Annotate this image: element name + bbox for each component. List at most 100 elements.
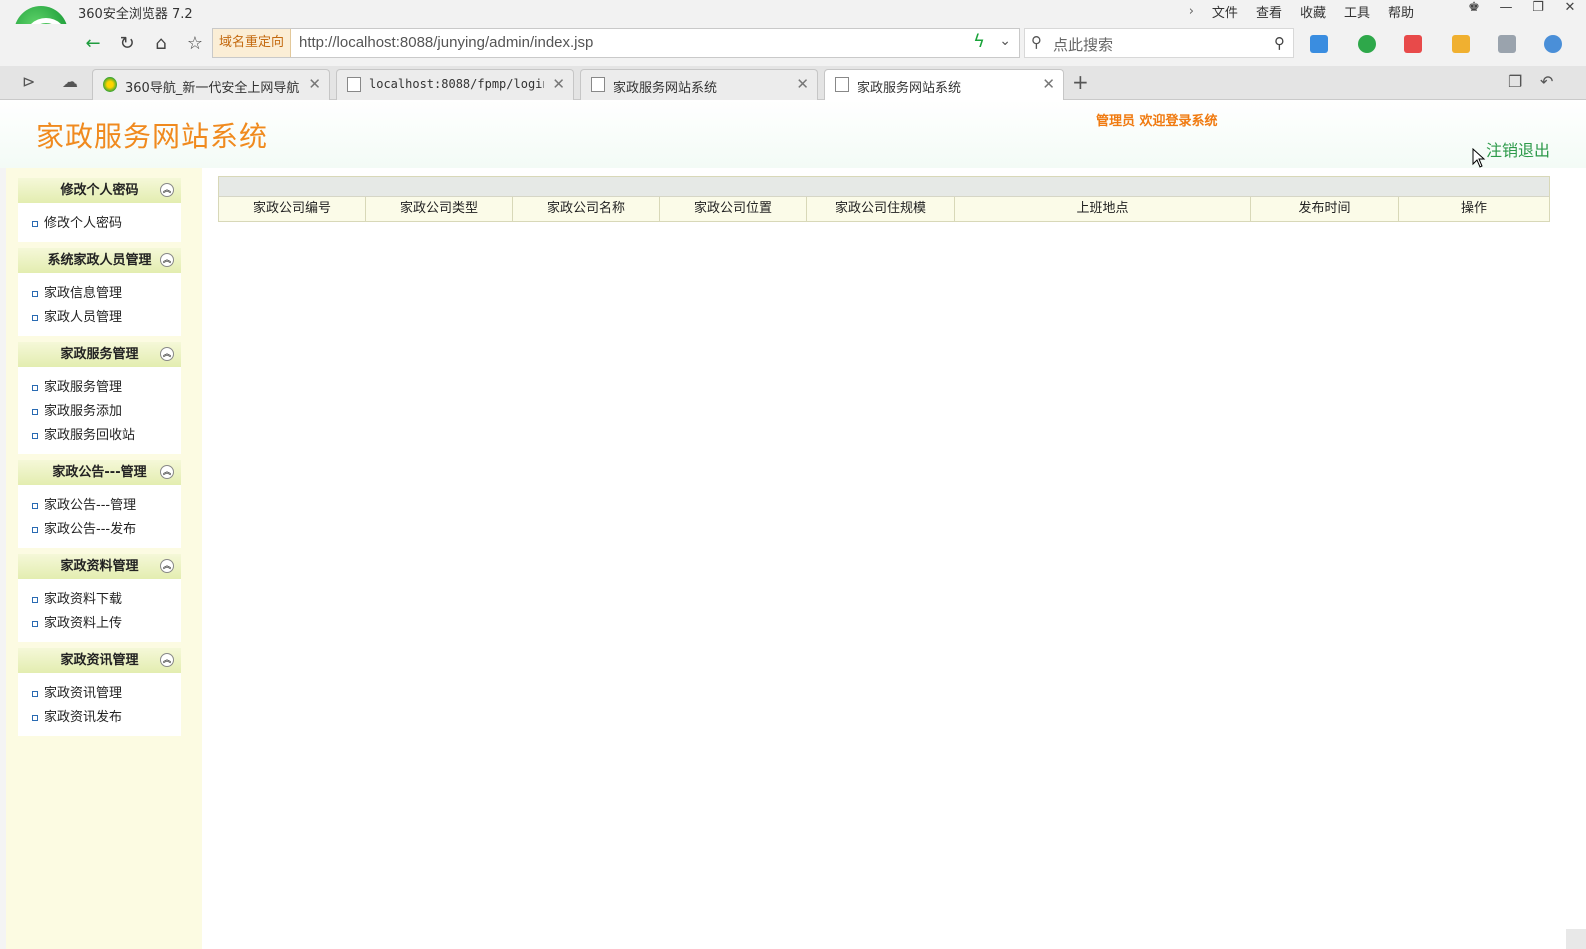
item-label: 家政资料下载 [44,592,123,607]
app-title: 360安全浏览器 7.2 [78,7,193,22]
360-icon [103,77,117,92]
pdf-icon[interactable] [1404,35,1422,53]
menu-view[interactable]: 查看 [1256,2,1282,21]
maximize-button[interactable]: ❐ [1522,0,1554,18]
collapse-icon[interactable]: ︽ [160,465,174,479]
shirt-icon[interactable]: ♚ [1458,0,1490,18]
search-icon[interactable]: ⚲ [1274,34,1285,52]
column-header[interactable]: 家政公司编号 [219,197,366,221]
bullet-icon [32,220,38,227]
search-box[interactable]: ⚲ 点此搜索 ⚲ [1024,28,1294,58]
collapse-icon[interactable]: ︽ [160,559,174,573]
image-icon[interactable] [1498,35,1516,53]
bullet-icon [32,384,38,391]
shield-icon[interactable] [1358,35,1376,53]
collapse-icon[interactable]: ︽ [160,253,174,267]
column-header[interactable]: 家政公司名称 [513,197,660,221]
group-header-news[interactable]: 家政资讯管理 ︽ [18,648,181,673]
sidebar-item-service-recycle[interactable]: 家政服务回收站 [18,424,181,448]
group-header-notice[interactable]: 家政公告---管理 ︽ [18,460,181,485]
table-toolbar [219,177,1549,197]
star-icon[interactable]: ☆ [180,30,210,58]
new-tab-button[interactable]: + [1072,70,1089,94]
zoom-icon[interactable] [1544,35,1562,53]
sidebar-item-file-upload[interactable]: 家政资料上传 [18,612,181,636]
close-icon[interactable]: ✕ [308,75,321,93]
site-header: 家政服务网站系统 管理员 欢迎登录系统 注销退出 [0,100,1586,168]
sidebar-item-service-add[interactable]: 家政服务添加 [18,400,181,424]
column-header[interactable]: 发布时间 [1251,197,1399,221]
restore-tabs-icon[interactable]: ❐ [1508,72,1522,91]
sidebar-item-staff-manage[interactable]: 家政人员管理 [18,306,181,330]
tab-label: 家政服务网站系统 [613,81,718,96]
column-header[interactable]: 上班地点 [955,197,1251,221]
minimize-button[interactable]: — [1490,0,1522,18]
sidebar-item-service-manage[interactable]: 家政服务管理 [18,376,181,400]
menu-tools[interactable]: 工具 [1344,2,1370,21]
chevron-down-icon[interactable]: ⌄ [999,33,1011,49]
column-header[interactable]: 操作 [1399,197,1549,221]
cloud-icon[interactable]: ☁ [62,72,78,91]
group-header-service[interactable]: 家政服务管理 ︽ [18,342,181,367]
group-header-password[interactable]: 修改个人密码 ︽ [18,178,181,203]
group-header-staff[interactable]: 系统家政人员管理 ︽ [18,248,181,273]
group-title: 家政资料管理 [60,559,139,574]
tab-site-active[interactable]: 家政服务网站系统 ✕ [824,69,1064,101]
collapse-icon[interactable]: ︽ [160,653,174,667]
tab-site-1[interactable]: 家政服务网站系统 ✕ [580,69,818,100]
menu-help[interactable]: 帮助 [1388,2,1414,21]
item-label: 家政公告---发布 [44,522,137,537]
sidebar-item-file-download[interactable]: 家政资料下载 [18,588,181,612]
tab-label: 360导航_新一代安全上网导航 [125,81,300,96]
menu-file[interactable]: 文件 [1212,2,1238,21]
chevron-right-icon[interactable]: › [1189,4,1194,19]
window-controls: ♚ — ❐ ✕ [1458,0,1586,20]
sidebar-item-notice-manage[interactable]: 家政公告---管理 [18,494,181,518]
sidebar-item-notice-publish[interactable]: 家政公告---发布 [18,518,181,542]
bullet-icon [32,690,38,697]
group-title: 修改个人密码 [60,183,139,198]
tab-login[interactable]: localhost:8088/fpmp/login/ ✕ [336,69,574,100]
search-input[interactable]: 点此搜索 [1053,34,1113,55]
lightning-icon[interactable]: ϟ [973,31,985,52]
sidebar-item-change-password[interactable]: 修改个人密码 [18,212,181,236]
column-header[interactable]: 家政公司类型 [366,197,513,221]
screenshot-icon[interactable] [1452,35,1470,53]
tab-bar: ⊳ ☁ 360导航_新一代安全上网导航 ✕ localhost:8088/fpm… [0,66,1586,101]
sidebar-item-news-publish[interactable]: 家政资讯发布 [18,706,181,730]
item-label: 家政资料上传 [44,616,123,631]
bullet-icon [32,408,38,415]
sidebar-item-news-manage[interactable]: 家政资讯管理 [18,682,181,706]
browser-titlebar: 360安全浏览器 7.2 › 文件 查看 收藏 工具 帮助 ♚ — ❐ ✕ [0,0,1586,24]
sidebar-menu: 修改个人密码 ︽ 修改个人密码 系统家政人员管理 ︽ 家政信息管理 家政人员管理 家… [18,178,181,742]
collapse-icon[interactable]: ︽ [160,183,174,197]
url-text[interactable]: http://localhost:8088/junying/admin/inde… [299,29,593,57]
apps-icon[interactable] [1310,35,1328,53]
logout-link[interactable]: 注销退出 [1486,137,1550,161]
sidebar-toggle-icon[interactable]: ⊳ [22,72,35,91]
tab-label: 家政服务网站系统 [857,81,962,96]
close-button[interactable]: ✕ [1554,0,1586,18]
search-engine-icon[interactable]: ⚲ [1031,33,1042,51]
redirect-badge[interactable]: 域名重定向 [213,29,292,57]
back-arrow-icon[interactable]: ← [78,30,108,58]
column-header[interactable]: 家政公司位置 [660,197,807,221]
menu-group: 家政资讯管理 ︽ 家政资讯管理 家政资讯发布 [18,648,181,736]
menu-favorites[interactable]: 收藏 [1300,2,1326,21]
bullet-icon [32,596,38,603]
tab-label: localhost:8088/fpmp/login/ [369,77,544,91]
close-icon[interactable]: ✕ [796,75,809,93]
close-icon[interactable]: ✕ [1042,75,1055,93]
group-header-files[interactable]: 家政资料管理 ︽ [18,554,181,579]
tab-360-nav[interactable]: 360导航_新一代安全上网导航 ✕ [92,69,330,100]
sidebar-item-info-manage[interactable]: 家政信息管理 [18,282,181,306]
column-header[interactable]: 家政公司住规模 [807,197,955,221]
close-icon[interactable]: ✕ [552,75,565,93]
web-page: 家政服务网站系统 管理员 欢迎登录系统 注销退出 修改个人密码 ︽ 修改个人密码 … [0,100,1586,949]
home-icon[interactable]: ⌂ [146,30,176,58]
undo-icon[interactable]: ↶ [1540,72,1553,91]
collapse-icon[interactable]: ︽ [160,347,174,361]
address-bar[interactable]: 域名重定向 http://localhost:8088/junying/admi… [212,28,1020,58]
refresh-icon[interactable]: ↻ [112,30,142,58]
group-body: 家政服务管理 家政服务添加 家政服务回收站 [18,367,181,454]
